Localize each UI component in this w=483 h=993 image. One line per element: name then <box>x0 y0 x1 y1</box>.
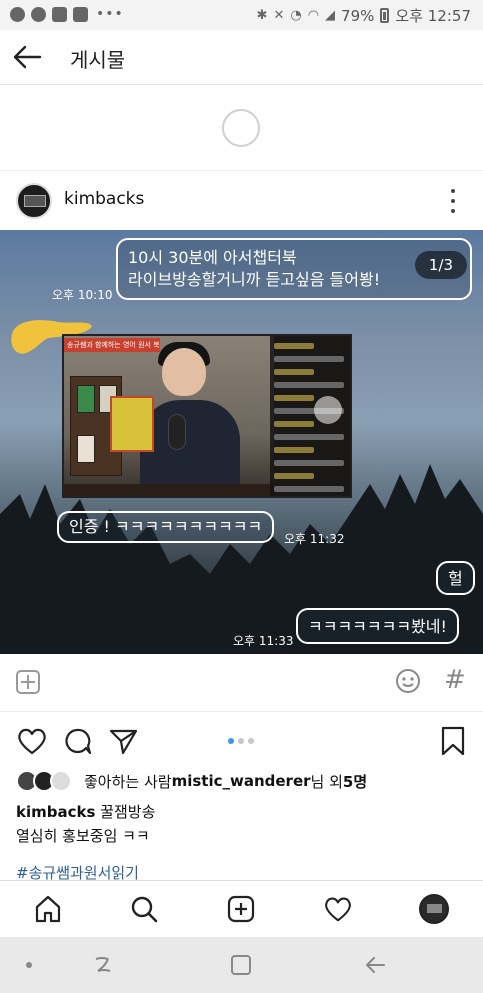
more-notifications-icon: ••• <box>96 6 124 22</box>
chat-bubble-2: 인증 ! ㅋㅋㅋㅋㅋㅋㅋㅋㅋㅋ <box>57 511 275 543</box>
caption-hashtag[interactable]: #송규쌤과원서읽기 <box>16 862 139 880</box>
android-nav-bar <box>0 937 483 993</box>
home-icon[interactable] <box>33 894 63 924</box>
bookmark-icon[interactable] <box>437 726 469 756</box>
activity-heart-icon[interactable] <box>323 894 353 924</box>
hashtag-icon[interactable]: # <box>444 666 466 694</box>
page-title: 게시물 <box>70 48 126 72</box>
caption-username[interactable]: kimbacks <box>16 803 95 821</box>
wifi-icon: ◠ <box>307 8 320 23</box>
chat-bubble-icon <box>314 396 342 424</box>
dot-icon <box>26 962 32 968</box>
comment-icon[interactable] <box>62 726 94 756</box>
comment-bar: # <box>0 654 483 712</box>
caption-text-1: 꿀잼방송 <box>95 803 156 821</box>
stream-banner: 송규쌤과 함께하는 영어 원서 북클럽 <box>64 338 160 352</box>
new-post-icon[interactable] <box>226 894 256 924</box>
held-book <box>110 396 154 452</box>
top-nav: 게시물 <box>0 30 483 85</box>
likes-prefix: 좋아하는 사람 <box>84 772 172 791</box>
back-button[interactable] <box>10 40 46 74</box>
likes-count[interactable]: 5명 <box>343 771 367 792</box>
share-icon[interactable] <box>108 726 140 756</box>
mute-icon: ✕ <box>273 8 285 23</box>
more-options-button[interactable] <box>443 189 463 213</box>
loading-area <box>0 86 483 171</box>
timestamp-1: 오후 10:10 <box>52 288 113 302</box>
avatar[interactable] <box>16 183 52 219</box>
status-right: ✱ ✕ ◔ ◠ ◢ 79% 오후 12:57 <box>257 5 471 26</box>
gallery-icon <box>52 6 67 22</box>
stream-screenshot: 송규쌤과 함께하는 영어 원서 북클럽 <box>62 334 352 498</box>
battery-percent: 79% <box>341 6 375 25</box>
likes-row[interactable]: 좋아하는 사람 mistic_wanderer 님 외 5명 <box>16 768 367 794</box>
status-left: ••• <box>10 6 124 22</box>
microphone-icon <box>168 414 186 450</box>
profile-icon[interactable] <box>419 894 449 924</box>
likes-user[interactable]: mistic_wanderer <box>172 772 311 790</box>
liker-avatars <box>16 770 74 792</box>
chat-bubble-4: ㅋㅋㅋㅋㅋㅋㅋ봤네! <box>296 608 459 644</box>
post-image[interactable]: 10시 30분에 아서챕터북 라이브방송할거니까 듣고싶음 들어봥! 1/3 오… <box>0 230 483 654</box>
file-icon <box>73 6 88 22</box>
add-media-icon[interactable] <box>16 670 40 694</box>
emoji-icon[interactable] <box>395 668 421 694</box>
post-header: kimbacks <box>0 172 483 230</box>
heart-icon[interactable] <box>16 726 48 756</box>
post-username[interactable]: kimbacks <box>64 189 144 209</box>
bluetooth-icon: ✱ <box>256 8 268 23</box>
android-back-icon[interactable] <box>362 953 388 977</box>
caption-text-2: 열심히 홍보중임 ㅋㅋ <box>16 827 150 845</box>
post-actions <box>0 714 483 766</box>
home-button-icon[interactable] <box>228 953 254 977</box>
signal-icon: ◢ <box>325 8 336 23</box>
search-icon[interactable] <box>129 894 159 924</box>
likes-middle: 님 외 <box>310 772 343 791</box>
bubble1-line2: 라이브방송할거니까 듣고싶음 들어봥! <box>128 270 381 289</box>
timestamp-2: 오후 11:32 <box>284 532 345 546</box>
app-icon <box>31 6 46 22</box>
status-bar: ••• ✱ ✕ ◔ ◠ ◢ 79% 오후 12:57 <box>0 0 483 30</box>
bubble1-line1: 10시 30분에 아서챕터북 <box>128 248 297 267</box>
battery-icon <box>380 8 390 23</box>
loading-spinner-icon <box>222 109 260 147</box>
clock: 오후 12:57 <box>395 7 471 25</box>
alarm-icon: ◔ <box>290 8 302 23</box>
caption: kimbacks 꿀잼방송 열심히 홍보중임 ㅋㅋ <box>16 800 155 848</box>
chat-bubble-3: 헐 <box>436 561 475 595</box>
bottom-nav <box>0 880 483 937</box>
recent-apps-icon[interactable] <box>90 953 116 977</box>
back-arrow-icon <box>13 45 42 69</box>
timestamp-3: 오후 11:33 <box>233 634 294 648</box>
image-page-counter: 1/3 <box>415 251 467 279</box>
notification-icon <box>10 6 25 22</box>
carousel-dots <box>228 738 254 744</box>
